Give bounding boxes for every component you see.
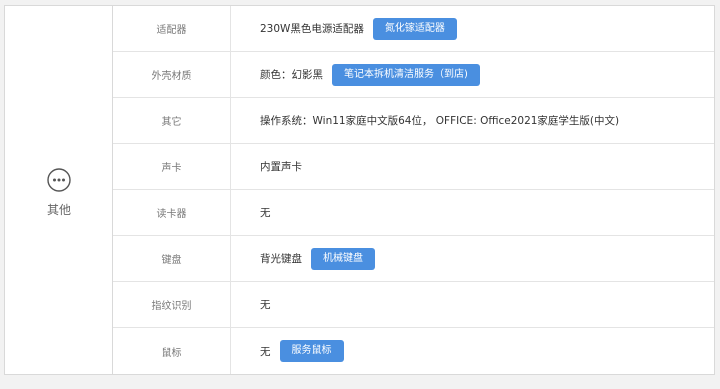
spec-label: 鼠标 — [113, 328, 231, 374]
service-mouse-button[interactable]: 服务鼠标 — [279, 340, 344, 362]
spec-value: 内置声卡 — [260, 161, 302, 173]
spec-value: 无 — [260, 207, 271, 219]
spec-row-mouse: 鼠标 无 服务鼠标 — [113, 328, 714, 374]
spec-value: 背光键盘 — [260, 253, 302, 265]
spec-label: 键盘 — [113, 236, 231, 281]
spec-row-card-reader: 读卡器 无 — [113, 190, 714, 236]
spec-row-fingerprint: 指纹识别 无 — [113, 282, 714, 328]
spec-value: 无 — [260, 299, 271, 311]
section-label: 其他 — [46, 203, 71, 217]
spec-row-adapter: 适配器 230W黑色电源适配器 氮化镓适配器 — [113, 6, 714, 52]
spec-value: 操作系统：Win11家庭中文版64位， OFFICE: Office2021家庭… — [260, 115, 620, 127]
spec-rows: 适配器 230W黑色电源适配器 氮化镓适配器 外壳材质 颜色：幻影黑 笔记本拆机… — [113, 6, 714, 374]
spec-value-cell: 230W黑色电源适配器 氮化镓适配器 — [232, 6, 714, 51]
spec-label: 指纹识别 — [113, 282, 231, 327]
spec-label: 其它 — [113, 98, 231, 143]
spec-value-cell: 无 服务鼠标 — [232, 328, 714, 374]
spec-value-cell: 无 — [232, 282, 714, 327]
spec-label: 声卡 — [113, 144, 231, 189]
spec-value: 无 — [260, 345, 271, 358]
mechanical-keyboard-button[interactable]: 机械键盘 — [311, 247, 375, 270]
spec-row-keyboard: 键盘 背光键盘 机械键盘 — [113, 236, 714, 282]
spec-value-cell: 内置声卡 — [232, 144, 714, 189]
gan-adapter-button[interactable]: 氮化镓适配器 — [372, 17, 457, 40]
spec-value-cell: 无 — [232, 190, 714, 235]
spec-row-other: 其它 操作系统：Win11家庭中文版64位， OFFICE: Office202… — [113, 98, 714, 144]
spec-value: 颜色：幻影黑 — [260, 69, 323, 81]
section-header-other: 其他 — [5, 6, 113, 374]
spec-value-cell: 操作系统：Win11家庭中文版64位， OFFICE: Office2021家庭… — [232, 98, 714, 143]
spec-value-cell: 颜色：幻影黑 笔记本拆机清洁服务（到店) — [232, 52, 714, 97]
spec-label: 外壳材质 — [113, 52, 231, 97]
more-dots-icon — [47, 168, 71, 192]
spec-value: 230W黑色电源适配器 — [260, 23, 364, 35]
spec-row-sound-card: 声卡 内置声卡 — [113, 144, 714, 190]
spec-value-cell: 背光键盘 机械键盘 — [232, 236, 714, 281]
cleaning-service-button[interactable]: 笔记本拆机清洁服务（到店) — [332, 63, 480, 86]
spec-label: 读卡器 — [113, 190, 231, 235]
spec-row-shell-material: 外壳材质 颜色：幻影黑 笔记本拆机清洁服务（到店) — [113, 52, 714, 98]
spec-table: 其他 适配器 230W黑色电源适配器 氮化镓适配器 外壳材质 颜色：幻影黑 笔记… — [4, 5, 715, 375]
spec-label: 适配器 — [113, 6, 231, 51]
